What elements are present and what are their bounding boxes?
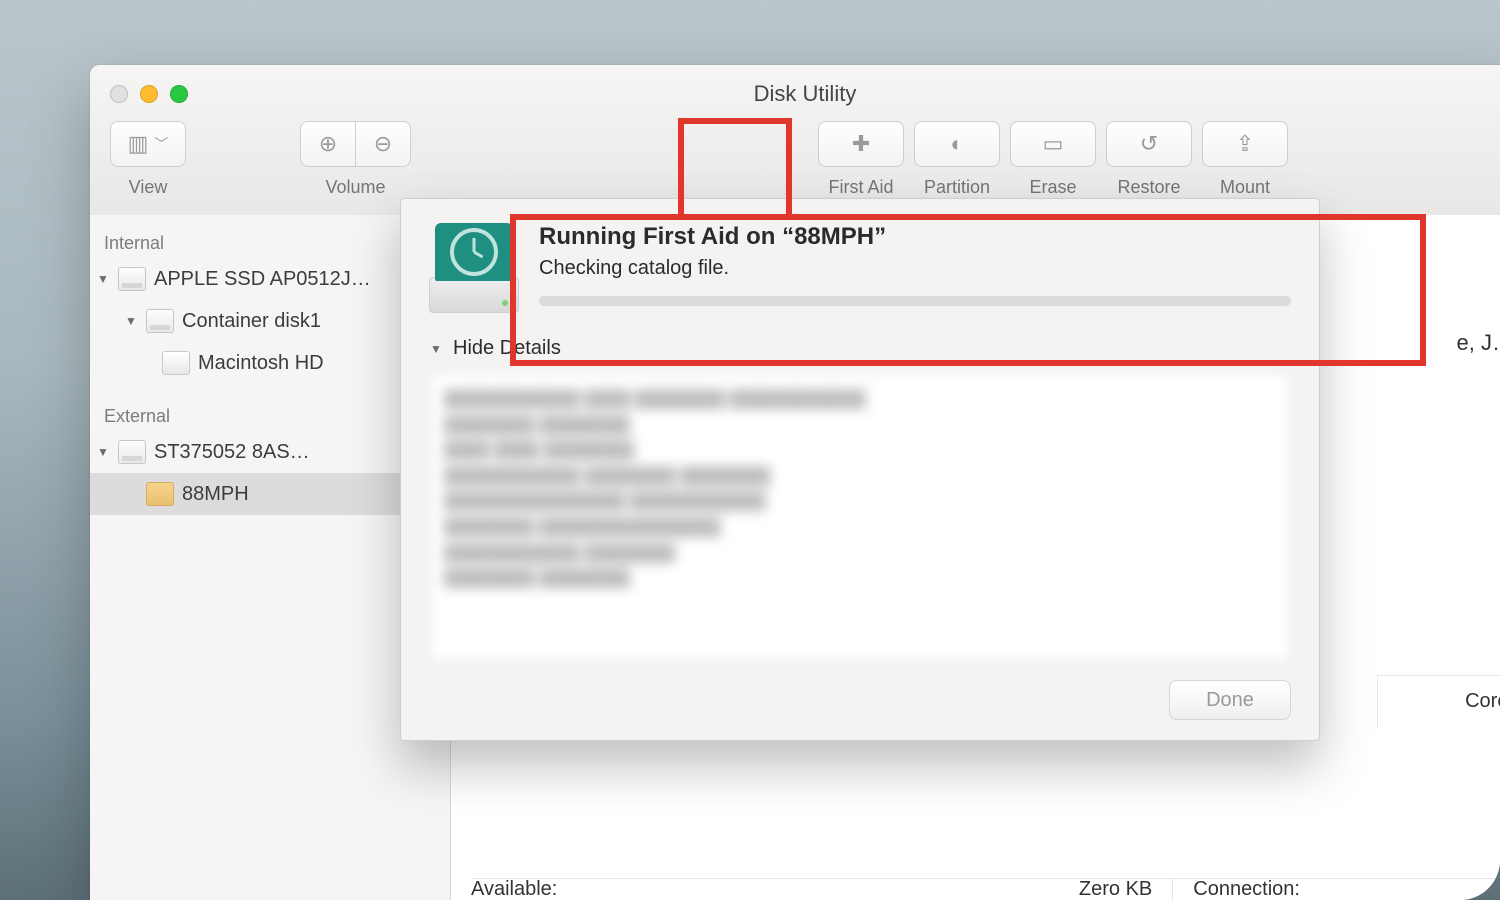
sheet-header: Running First Aid on “88MPH” Checking ca… xyxy=(429,223,1291,313)
toolbar-group-view: ▥ ﹀ View xyxy=(108,121,188,198)
mount-button[interactable]: ⇪ xyxy=(1202,121,1288,167)
toolbar-group-restore: ↺ Restore xyxy=(1104,121,1194,198)
toolbar-group-partition: ◐ Partition xyxy=(912,121,1002,198)
sidebar-item-container[interactable]: ▼ Container disk1 xyxy=(90,300,450,342)
view-button[interactable]: ▥ ﹀ xyxy=(110,121,186,167)
toolbar-label-view: View xyxy=(129,177,168,198)
toolbar-label-restore: Restore xyxy=(1117,177,1180,198)
time-machine-disk-icon xyxy=(429,223,519,313)
toolbar-label-mount: Mount xyxy=(1220,177,1270,198)
volume-icon xyxy=(146,482,174,506)
desktop: Disk Utility ▥ ﹀ View ⊕ xyxy=(0,0,1500,900)
sidebar-item-label: ST375052 8AS… xyxy=(154,441,310,464)
details-toggle[interactable]: ▼ Hide Details xyxy=(429,337,1291,360)
toolbar-group-volume: ⊕ ⊖ Volume xyxy=(298,121,413,198)
sidebar-item-label: Macintosh HD xyxy=(198,352,324,375)
sidebar: Internal ▼ APPLE SSD AP0512J… ▼ Containe… xyxy=(90,215,451,900)
sidebar-section-internal: Internal xyxy=(90,225,450,258)
toolbar-label-volume: Volume xyxy=(325,177,385,198)
sidebar-item-label: 88MPH xyxy=(182,483,249,506)
toolbar-label-partition: Partition xyxy=(924,177,990,198)
sidebar-section-external: External xyxy=(90,398,450,431)
restore-button[interactable]: ↺ xyxy=(1106,121,1192,167)
disk-icon xyxy=(118,267,146,291)
pie-icon: ◐ xyxy=(950,131,963,157)
sidebar-item-internal-disk[interactable]: ▼ APPLE SSD AP0512J… xyxy=(90,258,450,300)
sidebar-item-88mph[interactable]: 88MPH xyxy=(90,473,450,515)
stethoscope-icon: ✚ xyxy=(852,131,870,157)
window-title: Disk Utility xyxy=(90,81,1500,107)
mount-icon: ⇪ xyxy=(1236,131,1254,157)
sidebar-item-label: APPLE SSD AP0512J… xyxy=(154,268,371,291)
detail-label-available: Available: xyxy=(471,878,557,900)
details-toggle-label: Hide Details xyxy=(453,337,561,360)
volume-minus-icon: ⊖ xyxy=(374,131,392,157)
truncated-text: e, J… xyxy=(1457,330,1500,356)
toolbar-label-erase: Erase xyxy=(1029,177,1076,198)
disclosure-triangle-icon[interactable]: ▼ xyxy=(96,272,110,286)
clock-icon xyxy=(450,228,498,276)
sidebar-icon: ▥ xyxy=(128,131,149,157)
erase-button[interactable]: ▭ xyxy=(1010,121,1096,167)
done-button[interactable]: Done xyxy=(1169,680,1291,720)
chevron-down-icon: ﹀ xyxy=(154,134,168,154)
volume-add-button[interactable]: ⊕ xyxy=(300,121,356,167)
sidebar-item-label: Container disk1 xyxy=(182,310,321,333)
volume-remove-button[interactable]: ⊖ xyxy=(356,121,411,167)
toolbar-group-mount: ⇪ Mount xyxy=(1200,121,1290,198)
toolbar-label-first-aid: First Aid xyxy=(828,177,893,198)
details-log[interactable]: ████████████ ████ ████████ ████████████ … xyxy=(429,372,1291,662)
detail-cell-core: Core: xyxy=(1377,675,1500,727)
disk-icon xyxy=(118,440,146,464)
disclosure-triangle-icon[interactable]: ▼ xyxy=(124,314,138,328)
disclosure-triangle-icon: ▼ xyxy=(429,342,443,356)
sidebar-item-external-disk[interactable]: ▼ ST375052 8AS… ⏏ xyxy=(90,431,450,473)
detail-label-connection: Connection: xyxy=(1172,878,1300,900)
partition-button[interactable]: ◐ xyxy=(914,121,1000,167)
sheet-subtitle: Checking catalog file. xyxy=(539,257,1291,280)
volume-plus-icon: ⊕ xyxy=(319,131,337,157)
sheet-footer: Done xyxy=(429,680,1291,720)
progress-bar xyxy=(539,296,1291,306)
erase-icon: ▭ xyxy=(1043,131,1064,157)
sidebar-item-macintosh-hd[interactable]: Macintosh HD xyxy=(90,342,450,384)
toolbar-group-first-aid: ✚ First Aid xyxy=(816,121,906,198)
restore-icon: ↺ xyxy=(1140,131,1158,157)
disclosure-triangle-icon[interactable]: ▼ xyxy=(96,445,110,459)
first-aid-sheet: Running First Aid on “88MPH” Checking ca… xyxy=(400,198,1320,741)
sheet-title: Running First Aid on “88MPH” xyxy=(539,223,1291,251)
detail-value-available: Zero KB xyxy=(1079,878,1172,900)
first-aid-button[interactable]: ✚ xyxy=(818,121,904,167)
disk-icon xyxy=(146,309,174,333)
titlebar: Disk Utility ▥ ﹀ View ⊕ xyxy=(90,65,1500,216)
toolbar-group-erase: ▭ Erase xyxy=(1008,121,1098,198)
volume-icon xyxy=(162,351,190,375)
